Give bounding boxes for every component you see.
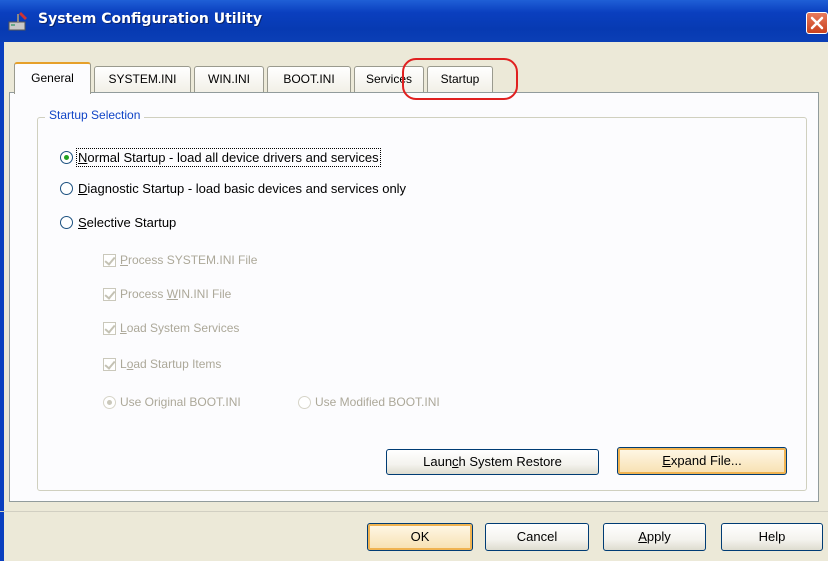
radio-button[interactable] xyxy=(298,395,311,409)
radio-diagnostic-startup[interactable]: Diagnostic Startup - load basic devices … xyxy=(60,178,406,198)
window-left-border xyxy=(0,42,4,561)
radio-button[interactable] xyxy=(60,215,73,229)
checkbox-label: Load System Services xyxy=(120,321,240,335)
window-title: System Configuration Utility xyxy=(38,11,262,27)
radio-label: Use Modified BOOT.INI xyxy=(315,395,440,409)
checkbox[interactable] xyxy=(103,287,116,301)
check-process-win-ini[interactable]: Process WIN.INI File xyxy=(103,285,231,303)
checkbox-label: Process SYSTEM.INI File xyxy=(120,253,258,267)
tab-win-ini[interactable]: WIN.INI xyxy=(194,66,264,93)
separator xyxy=(0,511,828,512)
tab-label: WIN.INI xyxy=(208,72,250,86)
radio-label: Normal Startup - load all device drivers… xyxy=(76,147,381,167)
radio-label: Selective Startup xyxy=(78,214,177,230)
close-icon xyxy=(810,16,824,30)
help-button[interactable]: Help xyxy=(721,523,823,551)
tab-general[interactable]: General xyxy=(14,62,91,94)
launch-system-restore-button[interactable]: Launch System Restore xyxy=(386,449,599,475)
title-bar[interactable]: System Configuration Utility xyxy=(0,0,828,42)
tab-label: Services xyxy=(365,72,412,86)
check-process-system-ini[interactable]: Process SYSTEM.INI File xyxy=(103,251,257,269)
checkbox[interactable] xyxy=(103,253,116,267)
tab-label: SYSTEM.INI xyxy=(108,72,177,86)
check-load-system-services[interactable]: Load System Services xyxy=(103,319,239,337)
checkbox-label: Process WIN.INI File xyxy=(120,287,232,301)
radio-selective-startup[interactable]: Selective Startup xyxy=(60,212,176,232)
radio-use-original-boot-ini[interactable]: Use Original BOOT.INI xyxy=(103,393,241,411)
ok-button[interactable]: OK xyxy=(367,523,473,551)
tab-system-ini[interactable]: SYSTEM.INI xyxy=(94,66,191,93)
check-load-startup-items[interactable]: Load Startup Items xyxy=(103,355,221,373)
tab-label: General xyxy=(31,71,74,85)
checkbox[interactable] xyxy=(103,321,116,335)
tab-boot-ini[interactable]: BOOT.INI xyxy=(267,66,351,93)
close-button[interactable] xyxy=(806,12,828,34)
checkbox[interactable] xyxy=(103,357,116,371)
cancel-button[interactable]: Cancel xyxy=(485,523,589,551)
apply-button[interactable]: Apply xyxy=(603,523,706,551)
radio-button[interactable] xyxy=(60,181,73,195)
checkbox-label: Load Startup Items xyxy=(120,357,222,371)
radio-normal-startup[interactable]: Normal Startup - load all device drivers… xyxy=(60,147,381,167)
tab-services[interactable]: Services xyxy=(354,66,424,93)
startup-selection-legend: Startup Selection xyxy=(45,108,145,122)
tab-startup[interactable]: Startup xyxy=(427,66,493,93)
radio-button[interactable] xyxy=(103,395,116,409)
radio-label: Use Original BOOT.INI xyxy=(120,395,241,409)
tab-label: Startup xyxy=(440,72,480,86)
tab-label: BOOT.INI xyxy=(283,72,335,86)
app-icon xyxy=(7,10,31,32)
expand-file-button[interactable]: Expand File... xyxy=(617,447,787,475)
radio-button[interactable] xyxy=(60,150,73,164)
radio-label: Diagnostic Startup - load basic devices … xyxy=(78,180,407,196)
startup-selection-group xyxy=(37,117,807,491)
radio-use-modified-boot-ini[interactable]: Use Modified BOOT.INI xyxy=(298,393,440,411)
